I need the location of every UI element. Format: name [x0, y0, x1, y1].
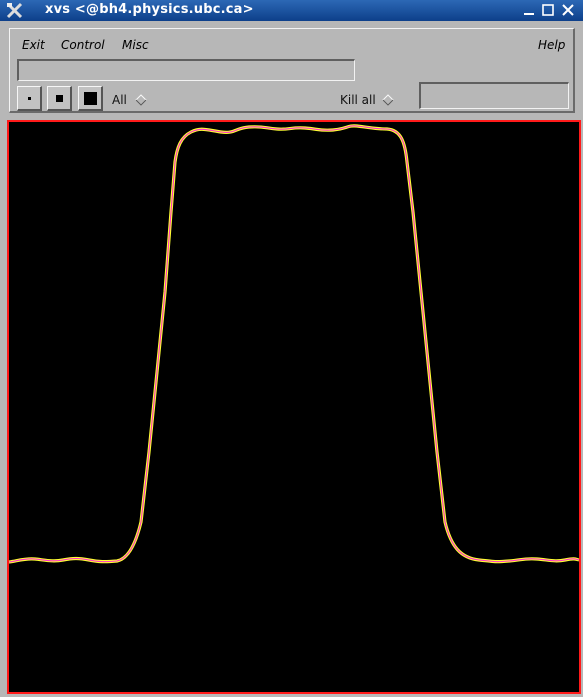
menu-control[interactable]: Control	[61, 38, 105, 52]
waveform-inner-curve	[9, 125, 579, 563]
menu-misc[interactable]: Misc	[122, 38, 149, 52]
control-panel: Exit Control Misc Help All Kill all	[9, 28, 575, 113]
status-field[interactable]	[419, 82, 569, 109]
plot-area[interactable]	[7, 120, 581, 694]
menu-help[interactable]: Help	[538, 38, 565, 52]
diamond-icon[interactable]	[382, 94, 394, 106]
minimize-icon[interactable]	[522, 3, 536, 17]
medium-point-icon	[56, 95, 63, 102]
selector-value[interactable]: All	[112, 93, 127, 107]
large-point-icon	[84, 92, 97, 105]
command-input[interactable]	[17, 59, 355, 81]
waveform-curve	[9, 124, 579, 564]
small-point-icon	[28, 97, 31, 100]
kill-all-label[interactable]: Kill all	[340, 93, 376, 107]
close-icon[interactable]	[561, 3, 575, 17]
menu-exit[interactable]: Exit	[22, 38, 45, 52]
window-title: xvs <@bh4.physics.ubc.ca>	[45, 2, 254, 17]
large-point-button[interactable]	[78, 86, 103, 111]
small-point-button[interactable]	[17, 86, 42, 111]
medium-point-button[interactable]	[47, 86, 72, 111]
maximize-icon[interactable]	[541, 3, 555, 17]
diamond-icon[interactable]	[135, 94, 147, 106]
title-bar[interactable]: xvs <@bh4.physics.ubc.ca>	[0, 0, 583, 21]
plot-canvas	[9, 124, 579, 564]
crossed-tools-icon[interactable]	[6, 2, 24, 19]
